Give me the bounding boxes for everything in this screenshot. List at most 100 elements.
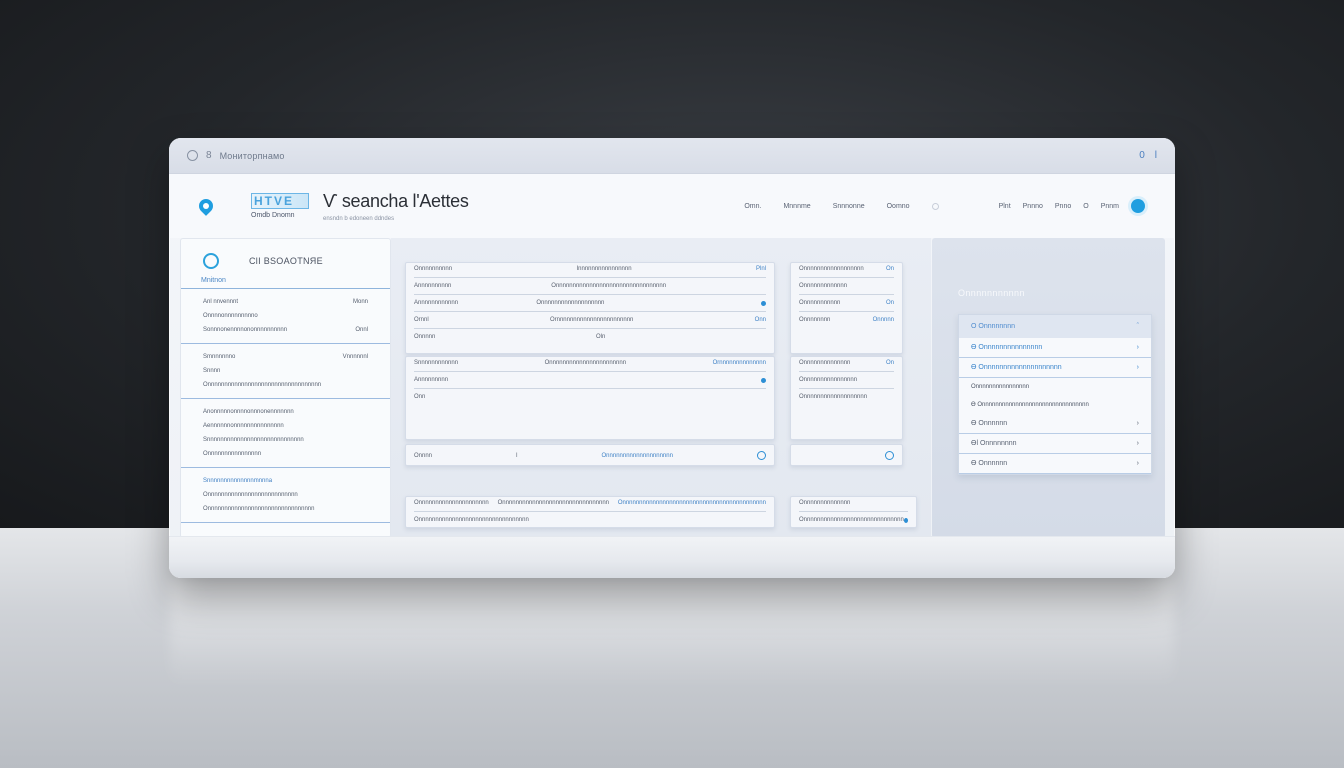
sidebar-row[interactable]: Snnnnnnnnnnnnnnmnnna bbox=[203, 474, 368, 488]
card-cell: Onnnnnnnnnnn bbox=[799, 300, 841, 306]
header-action-5[interactable]: Pnnm bbox=[1101, 203, 1119, 210]
card-divider bbox=[799, 388, 894, 389]
page-subtitle: ensndn b edoneen ddndes bbox=[323, 215, 395, 222]
card-footer-action-icon[interactable] bbox=[757, 451, 766, 460]
card-row[interactable]: Onnnnnnnnnnnnnnnnnn On bbox=[791, 263, 902, 275]
header-action-4[interactable]: O bbox=[1083, 203, 1088, 210]
right-panel-item[interactable]: Ѳ Onnnnnnnnnnnnnnnnnnnnnnnnnnnnnnnn bbox=[959, 396, 1151, 414]
card-summary[interactable]: Onnnnnnnnnn Innnnnnnnnnnnnnnn Plnl Annnnnnn… bbox=[405, 262, 775, 354]
sidebar-row[interactable]: Anl nnvennnt Monn bbox=[203, 295, 368, 309]
brand-logo[interactable]: HTVE Omdb Dnomn bbox=[251, 193, 309, 219]
right-panel-item[interactable]: Ѳ Onnnnnn › bbox=[959, 454, 1151, 474]
sidebar-row[interactable]: Onnnnonnnnnnnnno bbox=[203, 309, 368, 323]
card-cell: Annnnnnnnnn bbox=[414, 283, 452, 289]
nav-item-4[interactable]: Oomno bbox=[887, 203, 910, 210]
card-lower-side[interactable]: Onnnnnnnnnnnnnn Onnnnnnnnnnnnnnnnnnnnnnnn… bbox=[790, 496, 917, 528]
right-panel-item[interactable]: Ѳ Onnnnnn › bbox=[959, 414, 1151, 434]
card-cell: Annnnnnnnn bbox=[414, 377, 449, 383]
card-side-top[interactable]: Onnnnnnnnnnnnnnnnnn On Onnnnnnnnnnnnn Onnnn… bbox=[790, 262, 903, 354]
sidebar-row[interactable]: Onnnnnnnnnnnnnnnnnnnnnnnnnnnnnnnnnn bbox=[203, 378, 368, 392]
window-control-minimize-icon[interactable]: 0 bbox=[1139, 150, 1145, 161]
card-cell: Onnnnnnnnnnnnnnnn bbox=[799, 377, 858, 383]
nav-item-1[interactable]: Omn. bbox=[744, 203, 761, 210]
card-divider bbox=[799, 294, 894, 295]
window-control-close-icon[interactable]: l bbox=[1155, 150, 1157, 161]
right-panel-item[interactable]: Ѳl Onnnnnnnn › bbox=[959, 434, 1151, 454]
card-row[interactable]: Onnnnnnnnnnnnnn On bbox=[791, 357, 902, 369]
card-side-bottom-icon[interactable] bbox=[885, 451, 894, 460]
card-row[interactable]: Onnnnnnnnnnnnnnnn bbox=[791, 374, 902, 386]
card-row[interactable]: Onnnnn Oln bbox=[406, 331, 774, 343]
card-lower-main[interactable]: Onnnnnnnnnnnnnnnnnnnnn Onnnnnnnnnnnnnnnnn… bbox=[405, 496, 775, 528]
sidebar-row[interactable]: Aennnnnnonnnnnnnnnnnnnnn bbox=[203, 419, 368, 433]
card-cell: Onnnnnnnnnnnnnnnnnnnnnnn bbox=[544, 360, 627, 366]
sidebar-row[interactable]: Onnnnnnnnnnnnnnnn bbox=[203, 447, 368, 461]
chevron-up-icon[interactable]: ˆ bbox=[1137, 323, 1139, 330]
card-cell: Onnnnnnnnnnnnnn bbox=[799, 360, 851, 366]
sidebar-row[interactable]: Anonnnnnonnnnonnnonennnnnnn bbox=[203, 405, 368, 419]
card-cell: Snnnnnnnnnnnn bbox=[414, 360, 459, 366]
card-footer-link[interactable]: Onnnnnnnnnnnnnnnnnnnn bbox=[602, 453, 673, 459]
left-sidebar: ClI BSOAOTNЯE Mnitnon Anl nnvennnt Monn On… bbox=[180, 238, 391, 538]
card-row[interactable]: Onnnnnnnnnnnnn bbox=[791, 280, 902, 292]
card-row[interactable]: Annnnnnnnnnnn Onnnnnnnnnnnnnnnnnnn bbox=[406, 297, 774, 309]
header-action-2[interactable]: Pnnno bbox=[1023, 203, 1043, 210]
card-status-dot-icon bbox=[903, 517, 908, 523]
card-row[interactable]: Snnnnnnnnnnnn Onnnnnnnnnnnnnnnnnnnnnnn Orn… bbox=[406, 357, 774, 369]
page-title: Ѵ seancha l'Aettes bbox=[323, 190, 469, 211]
workspace: ClI BSOAOTNЯE Mnitnon Anl nnvennnt Monn On… bbox=[169, 238, 1175, 538]
right-panel-item[interactable]: Ѳ Onnnnnnnnnnnnnnn › bbox=[959, 338, 1151, 358]
card-divider bbox=[414, 311, 766, 312]
sidebar-row-label: Onnnnnnnnnnnnnnnnnnnnnnnnnnn bbox=[203, 492, 298, 498]
card-row[interactable]: Onn bbox=[406, 391, 774, 403]
card-row[interactable]: Ornnl Ornnnnnnnnnnnnnnnnnnnnnnn Onn bbox=[406, 314, 774, 326]
location-pin-icon[interactable] bbox=[196, 196, 216, 216]
card-row[interactable]: Annnnnnnnnn Onnnnnnnnnnnnnnnnnnnnnnnnnnnn… bbox=[406, 280, 774, 292]
right-panel-item[interactable]: Onnnnnnnnnnnnnnnn bbox=[959, 378, 1151, 396]
right-panel-list-header[interactable]: O Onnnnnnnn ˆ bbox=[959, 315, 1151, 338]
card-cell: Onnnnnnnnnn bbox=[414, 266, 453, 272]
card-row[interactable]: Onnnnnnnnnnnnnn bbox=[791, 497, 916, 509]
chevron-icon[interactable]: › bbox=[1137, 420, 1139, 427]
right-panel-item[interactable]: Ѳ Onnnnnnnnnnnnnnnnnnnn › bbox=[959, 358, 1151, 378]
card-row[interactable]: Onnnnnnnnnnnnnnnnnnn bbox=[791, 391, 902, 403]
card-cell: Onnnnnnnnnnnnnnnnnnnnnnnnnnnnnnnnnnnnnnn… bbox=[617, 500, 766, 506]
card-cell: Oln bbox=[596, 334, 606, 340]
sidebar-row[interactable]: Smnnnnnno Vnnnnnnl bbox=[203, 350, 368, 364]
sidebar-row[interactable]: Onnnnnnnnnnnnnnnnnnnnnnnnnnnnnnnn bbox=[203, 502, 368, 516]
sidebar-row-label: Onnnnnnnnnnnnnnnnnnnnnnnnnnnnnnnn bbox=[203, 506, 315, 512]
card-row[interactable]: Onnnnnnnnnnnnnnnnnnnnn Onnnnnnnnnnnnnnnnn… bbox=[406, 497, 774, 509]
card-row[interactable]: Onnnnnnnn Onnnnn bbox=[791, 314, 902, 326]
card-side-middle[interactable]: Onnnnnnnnnnnnnn On Onnnnnnnnnnnnnnnn Onnnnn… bbox=[790, 356, 903, 440]
app-header: HTVE Omdb Dnomn Ѵ seancha l'Aettes ensnd… bbox=[169, 174, 1175, 238]
chevron-icon[interactable]: › bbox=[1137, 440, 1139, 447]
chevron-icon[interactable]: › bbox=[1137, 364, 1139, 371]
card-divider bbox=[799, 511, 908, 512]
card-cell: Onnnnnnnnnnnnnnnnnnnnn bbox=[414, 500, 489, 506]
card-row[interactable]: Onnnnnnnnnnnnnnnnnnnnnnnnnnnnnn bbox=[791, 514, 916, 526]
card-row[interactable]: Onnnnnnnnnn Innnnnnnnnnnnnnnn Plnl bbox=[406, 263, 774, 275]
right-panel-title: Onnnnnnnnnnn bbox=[958, 288, 1025, 298]
user-avatar[interactable] bbox=[1131, 199, 1145, 213]
header-action-3[interactable]: Pnno bbox=[1055, 203, 1071, 210]
sidebar-row[interactable]: Snnnn bbox=[203, 364, 368, 378]
nav-item-3[interactable]: Snnnonne bbox=[833, 203, 865, 210]
card-details[interactable]: Snnnnnnnnnnnn Onnnnnnnnnnnnnnnnnnnnnnn Orn… bbox=[405, 356, 775, 440]
chevron-icon[interactable]: › bbox=[1137, 344, 1139, 351]
header-action-1[interactable]: Plnt bbox=[999, 203, 1011, 210]
sidebar-row[interactable]: Onnnnnnnnnnnnnnnnnnnnnnnnnnn bbox=[203, 488, 368, 502]
card-status-dot-icon bbox=[760, 377, 766, 383]
sidebar-row[interactable]: Snnnnnnnnnnnnnnnnnnnnnnnnnnnnn bbox=[203, 433, 368, 447]
sidebar-tab[interactable]: Mnitnon bbox=[181, 277, 390, 289]
card-side-bottom[interactable] bbox=[790, 444, 903, 466]
card-row[interactable]: Onnnnnnnnnnn On bbox=[791, 297, 902, 309]
card-row[interactable]: Onnnnnnnnnnnnnnnnnnnnnnnnnnnnnnnnn bbox=[406, 514, 774, 526]
sidebar-row[interactable]: Sonnnonennnnononnnnnnnnnn Onnl bbox=[203, 323, 368, 337]
chevron-icon[interactable]: › bbox=[1137, 460, 1139, 467]
nav-item-2[interactable]: Mnnnme bbox=[783, 203, 810, 210]
card-footer-bar[interactable]: Onnnn l Onnnnnnnnnnnnnnnnnnnn bbox=[405, 444, 775, 466]
sidebar-header: ClI BSOAOTNЯE bbox=[181, 239, 390, 277]
sidebar-row-value: Onnl bbox=[355, 327, 368, 333]
card-cell: Onnnnnnnnnnnnnnnnnnnnnnnnnnnnnnnn bbox=[497, 500, 610, 506]
card-row[interactable]: Annnnnnnnn bbox=[406, 374, 774, 386]
